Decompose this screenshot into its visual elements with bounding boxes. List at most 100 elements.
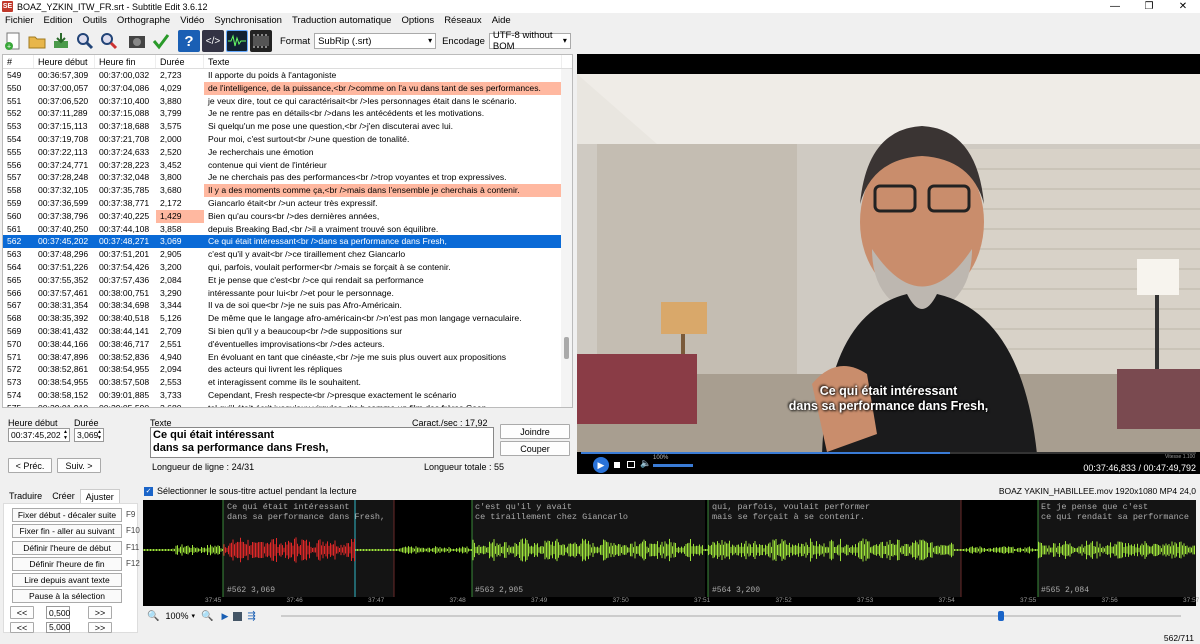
table-row[interactable]: 563 00:37:48,296 00:37:51,201 2,905 c'est qu… (3, 248, 572, 261)
table-row[interactable]: 551 00:37:06,520 00:37:10,400 3,880 je veux … (3, 95, 572, 108)
column-start[interactable]: Heure début (34, 55, 95, 68)
save-icon[interactable] (50, 30, 72, 52)
waveform-position-thumb[interactable] (998, 611, 1004, 621)
table-row[interactable]: 573 00:38:54,955 00:38:57,508 2,553 et inter… (3, 376, 572, 389)
close-icon[interactable]: ✕ (1166, 0, 1200, 13)
source-view-icon[interactable]: </> (202, 30, 224, 52)
spellcheck-icon[interactable] (150, 30, 172, 52)
menu-sync[interactable]: Synchronisation (209, 13, 287, 28)
pause-at-selection-button[interactable]: Pause à la sélection (12, 589, 122, 603)
table-row[interactable]: 565 00:37:55,352 00:37:57,436 2,084 Et je pe… (3, 274, 572, 287)
table-row[interactable]: 553 00:37:15,113 00:37:18,688 3,575 Si quelq… (3, 120, 572, 133)
waveform-segment-563[interactable]: c'est qu'il y avait ce tiraillement chez … (475, 502, 628, 522)
table-row[interactable]: 566 00:37:57,461 00:38:00,751 3,290 intéress… (3, 287, 572, 300)
waveform[interactable]: Ce qui était intéressant dans sa performa… (143, 500, 1196, 606)
menu-networking[interactable]: Réseaux (439, 13, 487, 28)
column-duration[interactable]: Durée (156, 55, 204, 68)
minimize-icon[interactable]: — (1098, 0, 1132, 13)
play-small-icon[interactable]: ▶ (221, 611, 228, 622)
play-button[interactable]: ▶ (593, 457, 609, 473)
table-row[interactable]: 549 00:36:57,309 00:37:00,032 2,723 Il appor… (3, 69, 572, 82)
play-before-text-button[interactable]: Lire depuis avant texte (12, 573, 122, 587)
mute-icon[interactable]: 🔈 (640, 458, 651, 469)
settings-icon[interactable] (126, 30, 148, 52)
table-row[interactable]: 552 00:37:11,289 00:37:15,088 3,799 Je ne re… (3, 107, 572, 120)
table-row[interactable]: 567 00:38:31,354 00:38:34,698 3,344 Il va de… (3, 299, 572, 312)
playback-speed[interactable]: Vitesse 1.100 (1165, 454, 1195, 460)
scroll-thumb[interactable] (564, 337, 569, 359)
menu-edit[interactable]: Edition (39, 13, 78, 28)
next-button[interactable]: Suiv. > (57, 458, 101, 473)
waveform-toggle-icon[interactable] (226, 30, 248, 52)
menu-spelling[interactable]: Orthographe (112, 13, 175, 28)
video-progress-track[interactable] (581, 452, 1196, 454)
select-current-label[interactable]: Sélectionner le sous-titre actuel pendan… (157, 486, 357, 496)
back-step-small-button[interactable]: << (10, 606, 34, 619)
table-row[interactable]: 564 00:37:51,226 00:37:54,426 3,200 qui, par… (3, 261, 572, 274)
table-row[interactable]: 556 00:37:24,771 00:37:28,223 3,452 contenue… (3, 159, 572, 172)
new-file-icon[interactable]: + (2, 30, 24, 52)
column-end[interactable]: Heure fin (95, 55, 156, 68)
table-row[interactable]: 568 00:38:35,392 00:38:40,518 5,126 De même … (3, 312, 572, 325)
step-small-input[interactable]: 0,500 (46, 606, 70, 619)
table-row[interactable]: 561 00:37:40,250 00:37:44,108 3,858 depuis B… (3, 223, 572, 236)
encoding-select[interactable]: UTF-8 without BOM ▾ (488, 30, 571, 52)
set-start-offset-button[interactable]: Fixer début - décaler suite (12, 508, 122, 522)
menu-options[interactable]: Options (396, 13, 439, 28)
zoom-value[interactable]: 100% (165, 611, 188, 621)
grid-scrollbar[interactable] (561, 69, 572, 407)
table-row[interactable]: 555 00:37:22,113 00:37:24,633 2,520 Je reche… (3, 146, 572, 159)
tab-create[interactable]: Créer (47, 489, 80, 504)
tab-adjust[interactable]: Ajuster (79, 489, 120, 504)
spin-updown-icon[interactable]: ▲ ▼ (97, 429, 102, 441)
duration-input[interactable]: 3,069 ▲ ▼ (74, 428, 104, 442)
table-row[interactable]: 558 00:37:32,105 00:37:35,785 3,680 Il y a d… (3, 184, 572, 197)
menu-file[interactable]: Fichier (0, 13, 39, 28)
set-start-time-button[interactable]: Définir l'heure de début (12, 541, 122, 555)
spectrogram-icon[interactable] (233, 611, 243, 621)
table-row[interactable]: 562 00:37:45,202 00:37:48,271 3,069 Ce qui é… (3, 235, 572, 249)
split-button[interactable]: Couper (500, 441, 570, 456)
column-number[interactable]: # (3, 55, 34, 68)
set-end-time-button[interactable]: Définir l'heure de fin (12, 557, 122, 571)
stop-icon[interactable] (614, 462, 620, 468)
menu-auto-translate[interactable]: Traduction automatique (287, 13, 396, 28)
tab-translate[interactable]: Traduire (4, 489, 47, 504)
subtitle-text-editor[interactable]: Ce qui était intéressant dans sa perform… (150, 427, 494, 458)
table-row[interactable]: 554 00:37:19,708 00:37:21,708 2,000 Pour moi… (3, 133, 572, 146)
forward-step-small-button[interactable]: >> (88, 606, 112, 619)
table-row[interactable]: 570 00:38:44,166 00:38:46,717 2,551 d'éventu… (3, 338, 572, 351)
set-end-next-button[interactable]: Fixer fin - aller au suivant (12, 524, 122, 538)
prev-button[interactable]: < Préc. (8, 458, 52, 473)
open-folder-icon[interactable] (26, 30, 48, 52)
join-button[interactable]: Joindre (500, 424, 570, 439)
find-icon[interactable] (74, 30, 96, 52)
replace-icon[interactable] (98, 30, 120, 52)
table-row[interactable]: 557 00:37:28,248 00:37:32,048 3,800 Je ne ch… (3, 171, 572, 184)
table-row[interactable]: 571 00:38:47,896 00:38:52,836 4,940 En évolu… (3, 351, 572, 364)
subtitle-grid[interactable]: # Heure début Heure fin Durée Texte 549 0… (2, 54, 573, 408)
column-text[interactable]: Texte (204, 55, 562, 68)
table-row[interactable]: 550 00:37:00,057 00:37:04,086 4,029 de l'int… (3, 81, 572, 95)
table-row[interactable]: 575 00:39:01,910 00:39:05,590 3,680 tel qu'i… (3, 402, 572, 407)
video-player[interactable]: Ce qui était intéressant dans sa perform… (577, 54, 1200, 474)
table-row[interactable]: 569 00:38:41,432 00:38:44,141 2,709 Si bien … (3, 325, 572, 338)
video-toggle-icon[interactable] (250, 30, 272, 52)
menu-video[interactable]: Vidéo (175, 13, 209, 28)
start-time-input[interactable]: 00:37:45,202 ▲ ▼ (8, 428, 70, 442)
table-row[interactable]: 574 00:38:58,152 00:39:01,885 3,733 Cependan… (3, 389, 572, 402)
volume-slider[interactable] (653, 464, 693, 467)
fullscreen-icon[interactable] (627, 461, 635, 468)
maximize-icon[interactable]: ❐ (1132, 0, 1166, 13)
menu-help[interactable]: Aide (487, 13, 516, 28)
table-row[interactable]: 560 00:37:38,796 00:37:40,225 1,429 Bien qu'… (3, 209, 572, 223)
menu-tools[interactable]: Outils (78, 13, 112, 28)
waveform-mode-icon[interactable]: ⇶ (247, 611, 255, 622)
format-select[interactable]: SubRip (.srt) ▾ (314, 33, 437, 49)
waveform-segment-562[interactable]: Ce qui était intéressant dans sa performa… (227, 502, 385, 522)
zoom-in-icon[interactable]: 🔍 (201, 611, 213, 622)
help-icon[interactable]: ? (178, 30, 200, 52)
spin-updown-icon[interactable]: ▲ ▼ (63, 429, 68, 441)
table-row[interactable]: 559 00:37:36,599 00:37:38,771 2,172 Giancarl… (3, 197, 572, 210)
waveform-hscroll[interactable] (281, 611, 1181, 621)
